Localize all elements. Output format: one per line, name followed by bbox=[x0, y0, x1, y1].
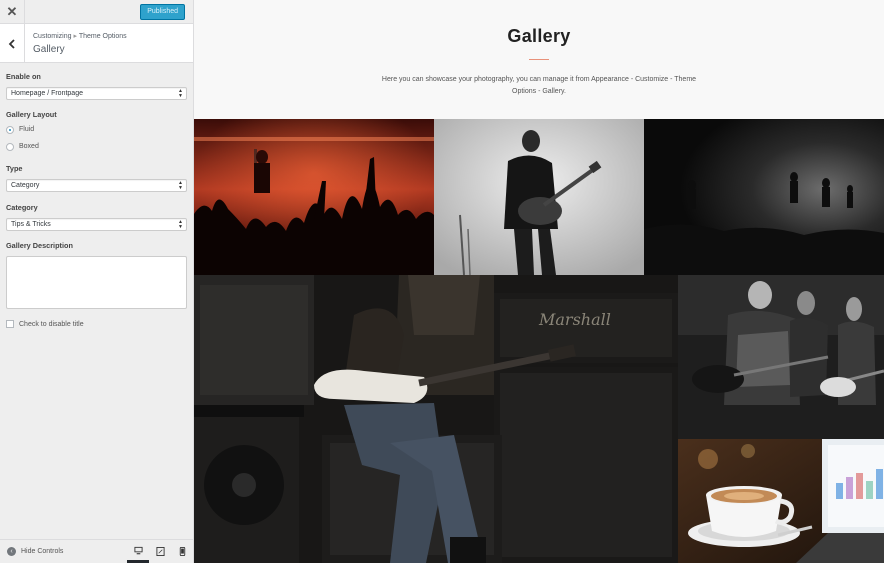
breadcrumb-parent: Theme Options bbox=[78, 33, 127, 40]
site-preview: Gallery Here you can showcase your photo… bbox=[194, 0, 884, 563]
collapse-icon: ‹ bbox=[7, 547, 16, 556]
disable-title-checkbox[interactable] bbox=[6, 320, 14, 328]
layout-option-boxed[interactable]: Boxed bbox=[6, 138, 187, 155]
disable-title-option[interactable]: Check to disable title bbox=[6, 320, 187, 328]
desktop-icon bbox=[133, 546, 143, 554]
breadcrumb: Customizing ▸ Theme Options bbox=[33, 32, 127, 40]
amp-brand-logo: Marshall bbox=[538, 310, 611, 329]
gallery-layout-label: Gallery Layout bbox=[6, 110, 57, 119]
concert-crowd-image bbox=[194, 119, 434, 275]
gallery-image-concert-crowd[interactable] bbox=[194, 119, 434, 275]
select-arrows-icon: ▲ ▼ bbox=[178, 88, 183, 99]
close-icon[interactable]: ✕ bbox=[0, 0, 25, 24]
gallery-title: Gallery bbox=[507, 26, 571, 46]
dark-stage-image bbox=[644, 119, 884, 275]
hide-controls-label: Hide Controls bbox=[21, 548, 64, 555]
radio-fluid[interactable] bbox=[6, 125, 14, 134]
tablet-preview-button[interactable] bbox=[149, 540, 171, 563]
category-select[interactable]: Tips & Tricks ▲ ▼ bbox=[6, 218, 187, 231]
select-arrows-icon: ▲ ▼ bbox=[178, 180, 183, 191]
enable-on-select[interactable]: Homepage / Frontpage ▲ ▼ bbox=[6, 87, 187, 100]
section-title: Gallery bbox=[33, 44, 65, 55]
title-divider bbox=[529, 59, 549, 60]
gallery-image-band[interactable] bbox=[678, 275, 884, 439]
customizer-sidebar: ✕ Published Customizing ▸ Theme Options … bbox=[0, 0, 194, 563]
select-arrows-icon: ▲ ▼ bbox=[178, 219, 183, 230]
radio-boxed[interactable] bbox=[6, 142, 14, 151]
type-value: Category bbox=[11, 182, 40, 189]
publish-button[interactable]: Published bbox=[140, 4, 185, 20]
chevron-left-icon bbox=[8, 38, 15, 49]
customizer-header-actions: ✕ Published bbox=[0, 0, 193, 24]
back-button[interactable] bbox=[0, 24, 25, 63]
section-header: Customizing ▸ Theme Options Gallery bbox=[0, 24, 193, 63]
disable-title-label: Check to disable title bbox=[19, 320, 84, 328]
mobile-preview-button[interactable] bbox=[171, 540, 193, 563]
gallery-description-label: Gallery Description bbox=[6, 241, 73, 250]
category-value: Tips & Tricks bbox=[11, 221, 51, 228]
gallery-image-coffee[interactable] bbox=[678, 439, 884, 563]
desktop-preview-button[interactable] bbox=[127, 540, 149, 563]
customizer-footer: ‹ Hide Controls bbox=[0, 539, 193, 563]
enable-on-value: Homepage / Frontpage bbox=[11, 90, 83, 97]
gallery-image-guitarist-amps[interactable]: Marshall bbox=[194, 275, 678, 563]
hide-controls-button[interactable]: ‹ Hide Controls bbox=[7, 547, 63, 556]
type-label: Type bbox=[6, 164, 23, 173]
guitarist-portrait-image bbox=[434, 119, 644, 275]
layout-option-fluid[interactable]: Fluid bbox=[6, 121, 187, 138]
radio-fluid-label: Fluid bbox=[19, 126, 35, 133]
gallery-image-dark-stage[interactable] bbox=[644, 119, 884, 275]
type-select[interactable]: Category ▲ ▼ bbox=[6, 179, 187, 192]
radio-boxed-label: Boxed bbox=[19, 143, 39, 150]
coffee-laptop-image bbox=[678, 439, 884, 563]
breadcrumb-separator: ▸ bbox=[73, 33, 77, 40]
gallery-description: Here you can showcase your photography, … bbox=[381, 76, 697, 95]
category-label: Category bbox=[6, 203, 38, 212]
gallery-description-textarea[interactable] bbox=[6, 256, 187, 309]
controls-panel: Enable on Homepage / Frontpage ▲ ▼ Galler… bbox=[0, 63, 193, 328]
breadcrumb-root: Customizing bbox=[33, 33, 72, 40]
band-image bbox=[678, 275, 884, 439]
enable-on-label: Enable on bbox=[6, 72, 41, 81]
tablet-icon bbox=[155, 547, 165, 556]
mobile-icon bbox=[179, 547, 185, 556]
gallery-image-guitarist-portrait[interactable] bbox=[434, 119, 644, 275]
guitarist-amps-image: Marshall bbox=[194, 275, 678, 563]
gallery-header: Gallery Here you can showcase your photo… bbox=[194, 0, 884, 119]
